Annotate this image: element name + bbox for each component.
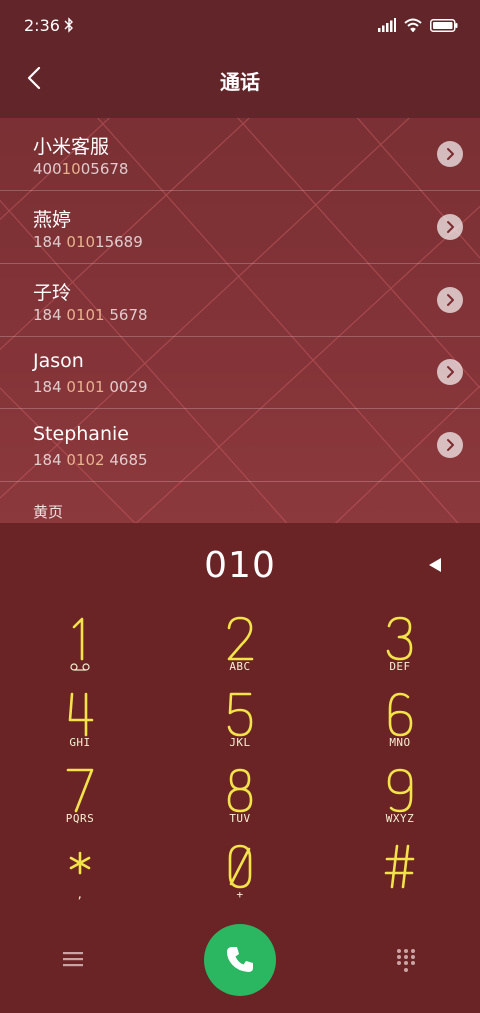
page-title: 通话 (220, 70, 260, 94)
status-icons (378, 17, 458, 33)
key-9[interactable]: WXYZ (340, 765, 460, 839)
chevron-right-icon (447, 148, 454, 160)
chevron-right-icon (447, 294, 454, 306)
wifi-icon (404, 18, 422, 32)
key-letters: TUV (229, 812, 251, 825)
contact-name: 燕婷 (33, 209, 72, 231)
contact-row[interactable]: Jason 184 0101 0029 (0, 336, 480, 409)
key-letters: MNO (389, 736, 411, 749)
contact-name: 子玲 (33, 282, 72, 304)
key-5[interactable]: JKL (180, 689, 300, 763)
key-star[interactable]: , (20, 841, 140, 915)
key-8[interactable]: TUV (180, 765, 300, 839)
contact-detail-button[interactable] (437, 287, 463, 313)
contact-name: 小米客服 (33, 136, 110, 158)
status-bar: 2:36 (0, 0, 480, 52)
call-button[interactable] (204, 924, 276, 996)
key-0[interactable]: + (180, 841, 300, 915)
chevron-right-icon (447, 221, 454, 233)
menu-icon[interactable] (63, 950, 83, 968)
key-letters: WXYZ (385, 812, 415, 825)
contact-row[interactable]: 子玲 184 0101 5678 (0, 264, 480, 337)
contact-detail-button[interactable] (437, 432, 463, 458)
contact-detail-button[interactable] (437, 141, 463, 167)
chevron-right-icon (447, 366, 454, 378)
key-letters: PQRS (65, 812, 95, 825)
contact-name: Jason (33, 350, 84, 372)
contact-number: 184 0101 0029 (33, 378, 148, 396)
contact-results-list: 小米客服 4001005678 燕婷 184 01015689 子玲 184 0… (0, 118, 480, 523)
key-digit (384, 844, 415, 889)
key-4[interactable]: GHI (20, 689, 140, 763)
contact-row[interactable]: 小米客服 4001005678 (0, 118, 480, 191)
key-2[interactable]: ABC (180, 613, 300, 687)
contact-row[interactable]: 燕婷 184 01015689 (0, 191, 480, 264)
key-letters: , (76, 888, 84, 901)
contact-number: 184 0102 4685 (33, 451, 148, 469)
bottom-bar (0, 920, 480, 1013)
contact-row[interactable]: Stephanie 184 0102 4685 (0, 409, 480, 482)
contact-number: 184 0101 5678 (33, 306, 148, 324)
key-1[interactable] (20, 613, 140, 687)
bluetooth-icon (64, 17, 73, 33)
voicemail-icon (70, 663, 90, 671)
key-7[interactable]: PQRS (20, 765, 140, 839)
yellow-pages-label[interactable]: 黄页 (33, 501, 63, 522)
contact-name: Stephanie (33, 423, 129, 445)
signal-icon (378, 18, 396, 32)
status-time: 2:36 (24, 16, 60, 35)
battery-icon (430, 18, 458, 32)
key-letters: ABC (229, 660, 251, 673)
dialed-number: 010 (204, 545, 276, 586)
key-letters: JKL (229, 736, 251, 749)
chevron-right-icon (447, 439, 454, 451)
key-hash[interactable] (340, 841, 460, 915)
key-3[interactable]: DEF (340, 613, 460, 687)
contact-detail-button[interactable] (437, 214, 463, 240)
key-letters: DEF (389, 660, 411, 673)
title-bar: 通话 (0, 52, 480, 118)
contact-number: 4001005678 (33, 160, 129, 178)
key-6[interactable]: MNO (340, 689, 460, 763)
key-letters: + (236, 888, 244, 901)
backspace-triangle-icon[interactable] (426, 556, 446, 574)
contact-number: 184 01015689 (33, 233, 143, 251)
divider (0, 481, 480, 482)
keypad-icon[interactable] (396, 948, 416, 974)
key-letters: GHI (69, 736, 91, 749)
contact-detail-button[interactable] (437, 359, 463, 385)
phone-icon (227, 947, 253, 972)
